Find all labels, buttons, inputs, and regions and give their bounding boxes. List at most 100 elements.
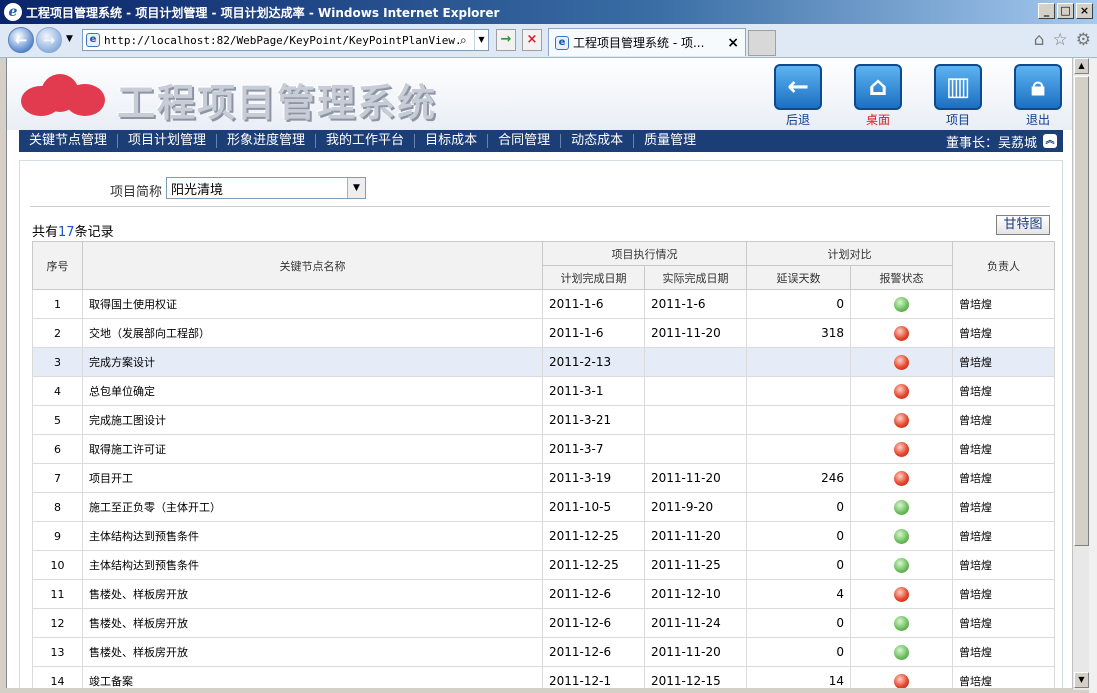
row-alert-status: [850, 318, 953, 348]
vertical-scrollbar[interactable]: ▲ ▼: [1072, 58, 1089, 690]
history-dropdown-icon[interactable]: ▼: [66, 34, 73, 44]
menu-item-keypoint[interactable]: 关键节点管理: [19, 134, 119, 148]
page-icon: e: [86, 33, 100, 47]
browser-tab[interactable]: e 工程项目管理系统 - 项... ×: [548, 28, 746, 56]
browser-tools: ⌂ ☆ ⚙: [1034, 30, 1091, 50]
row-owner: 曾培煌: [952, 289, 1055, 319]
table-row[interactable]: 13 售楼处、样板房开放 2011-12-6 2011-11-20 0 曾培煌: [32, 637, 1055, 667]
window-title: 工程项目管理系统 - 项目计划管理 - 项目计划达成率 - Windows In…: [26, 5, 500, 20]
chevron-down-icon[interactable]: ▼: [347, 178, 365, 198]
scroll-down-icon[interactable]: ▼: [1074, 672, 1089, 688]
row-actual-date: 2011-1-6: [644, 289, 747, 319]
address-bar[interactable]: e http://localhost:82/WebPage/KeyPoint/K…: [82, 29, 489, 51]
menu-item-dynamic-cost[interactable]: 动态成本: [561, 134, 635, 148]
home-icon[interactable]: ⌂: [1034, 30, 1045, 50]
tools-gear-icon[interactable]: ⚙: [1076, 30, 1091, 50]
menu-item-contract[interactable]: 合同管理: [488, 134, 562, 148]
row-delay-days: [746, 434, 851, 464]
scrollbar-thumb[interactable]: [1074, 76, 1089, 546]
row-actual-date: 2011-11-25: [644, 550, 747, 580]
row-delay-days: 318: [746, 318, 851, 348]
row-plan-date: 2011-1-6: [542, 318, 645, 348]
row-node-name: 项目开工: [82, 463, 543, 493]
row-actual-date: 2011-12-10: [644, 579, 747, 609]
new-tab-button[interactable]: [748, 30, 776, 56]
col-header-actual-date: 实际完成日期: [644, 265, 747, 290]
content-panel: 项目简称 阳光清境 ▼ 共有17条记录 甘特图 序号 关键节点名称 项目执行情况…: [19, 160, 1063, 688]
row-alert-status: [850, 376, 953, 406]
row-actual-date: [644, 405, 747, 435]
back-icon[interactable]: ←: [8, 27, 34, 53]
row-seq: 6: [32, 434, 83, 464]
project-select[interactable]: 阳光清境 ▼: [166, 177, 366, 199]
row-node-name: 完成方案设计: [82, 347, 543, 377]
minimize-button[interactable]: _: [1038, 3, 1055, 19]
table-row[interactable]: 9 主体结构达到预售条件 2011-12-25 2011-11-20 0 曾培煌: [32, 521, 1055, 551]
status-red-icon: [894, 586, 909, 602]
maximize-button[interactable]: □: [1057, 3, 1074, 19]
table-row[interactable]: 6 取得施工许可证 2011-3-7 曾培煌: [32, 434, 1055, 464]
main-menu: 关键节点管理 项目计划管理 形象进度管理 我的工作平台 目标成本 合同管理 动态…: [19, 130, 1063, 152]
ie-logo-icon: e: [4, 3, 22, 21]
menu-item-progress[interactable]: 形象进度管理: [217, 134, 317, 148]
table-row[interactable]: 2 交地（发展部向工程部） 2011-1-6 2011-11-20 318 曾培煌: [32, 318, 1055, 348]
header-desktop-button[interactable]: ⌂ 桌面: [851, 64, 905, 127]
row-node-name: 完成施工图设计: [82, 405, 543, 435]
row-seq: 12: [32, 608, 83, 638]
table-row[interactable]: 10 主体结构达到预售条件 2011-12-25 2011-11-25 0 曾培煌: [32, 550, 1055, 580]
page-viewport: 工程项目管理系统 ← 后退 ⌂ 桌面 ▥ 项目 🔒︎ 退出 关键节点管理 项目计…: [6, 58, 1072, 688]
row-delay-days: [746, 347, 851, 377]
table-row[interactable]: 7 项目开工 2011-3-19 2011-11-20 246 曾培煌: [32, 463, 1055, 493]
row-actual-date: 2011-11-20: [644, 521, 747, 551]
header-back-button[interactable]: ← 后退: [771, 64, 825, 127]
row-plan-date: 2011-10-5: [542, 492, 645, 522]
current-user: 董事长：吴荔城 ︽: [946, 132, 1063, 151]
table-row[interactable]: 8 施工至正负零（主体开工） 2011-10-5 2011-9-20 0 曾培煌: [32, 492, 1055, 522]
address-url[interactable]: http://localhost:82/WebPage/KeyPoint/Key…: [104, 34, 460, 47]
lock-icon: 🔒︎: [1014, 64, 1062, 110]
forward-icon[interactable]: →: [36, 27, 62, 53]
back-arrow-icon: ←: [774, 64, 822, 110]
row-delay-days: 0: [746, 608, 851, 638]
window-titlebar: e 工程项目管理系统 - 项目计划管理 - 项目计划达成率 - Windows …: [0, 0, 1097, 24]
go-icon[interactable]: →: [496, 29, 516, 51]
search-icon[interactable]: ⌕: [460, 33, 474, 48]
col-header-owner: 负责人: [952, 241, 1055, 290]
header-project-button[interactable]: ▥ 项目: [931, 64, 985, 127]
close-window-button[interactable]: ×: [1076, 3, 1093, 19]
table-row[interactable]: 1 取得国土使用权证 2011-1-6 2011-1-6 0 曾培煌: [32, 289, 1055, 319]
table-row[interactable]: 12 售楼处、样板房开放 2011-12-6 2011-11-24 0 曾培煌: [32, 608, 1055, 638]
row-node-name: 总包单位确定: [82, 376, 543, 406]
table-row[interactable]: 4 总包单位确定 2011-3-1 曾培煌: [32, 376, 1055, 406]
scroll-up-icon[interactable]: ▲: [1074, 58, 1089, 74]
status-green-icon: [894, 296, 909, 312]
table-row[interactable]: 5 完成施工图设计 2011-3-21 曾培煌: [32, 405, 1055, 435]
stop-icon[interactable]: ×: [522, 29, 542, 51]
filter-row: 项目简称 阳光清境 ▼: [30, 171, 1050, 207]
row-node-name: 取得国土使用权证: [82, 289, 543, 319]
current-user-label: 董事长：吴荔城: [945, 135, 1037, 151]
row-alert-status: [850, 666, 953, 688]
project-select-value: 阳光清境: [171, 182, 224, 198]
header-logout-button[interactable]: 🔒︎ 退出: [1011, 64, 1065, 127]
col-header-name: 关键节点名称: [82, 241, 543, 290]
address-dropdown-icon[interactable]: ▼: [474, 30, 488, 50]
row-node-name: 竣工备案: [82, 666, 543, 688]
row-plan-date: 2011-12-6: [542, 608, 645, 638]
status-red-icon: [894, 383, 909, 399]
menu-item-plan[interactable]: 项目计划管理: [118, 134, 218, 148]
row-node-name: 主体结构达到预售条件: [82, 550, 543, 580]
table-row[interactable]: 14 竣工备案 2011-12-1 2011-12-15 14 曾培煌: [32, 666, 1055, 688]
tab-close-icon[interactable]: ×: [727, 35, 739, 51]
collapse-up-icon[interactable]: ︽: [1043, 134, 1057, 148]
row-alert-status: [850, 608, 953, 638]
menu-item-workspace[interactable]: 我的工作平台: [316, 134, 416, 148]
favorites-star-icon[interactable]: ☆: [1053, 30, 1068, 50]
row-owner: 曾培煌: [952, 347, 1055, 377]
menu-item-target-cost[interactable]: 目标成本: [415, 134, 489, 148]
menu-item-quality[interactable]: 质量管理: [634, 134, 706, 148]
table-row[interactable]: 11 售楼处、样板房开放 2011-12-6 2011-12-10 4 曾培煌: [32, 579, 1055, 609]
table-row[interactable]: 3 完成方案设计 2011-2-13 曾培煌: [32, 347, 1055, 377]
gantt-chart-button[interactable]: 甘特图: [996, 215, 1050, 235]
row-seq: 9: [32, 521, 83, 551]
